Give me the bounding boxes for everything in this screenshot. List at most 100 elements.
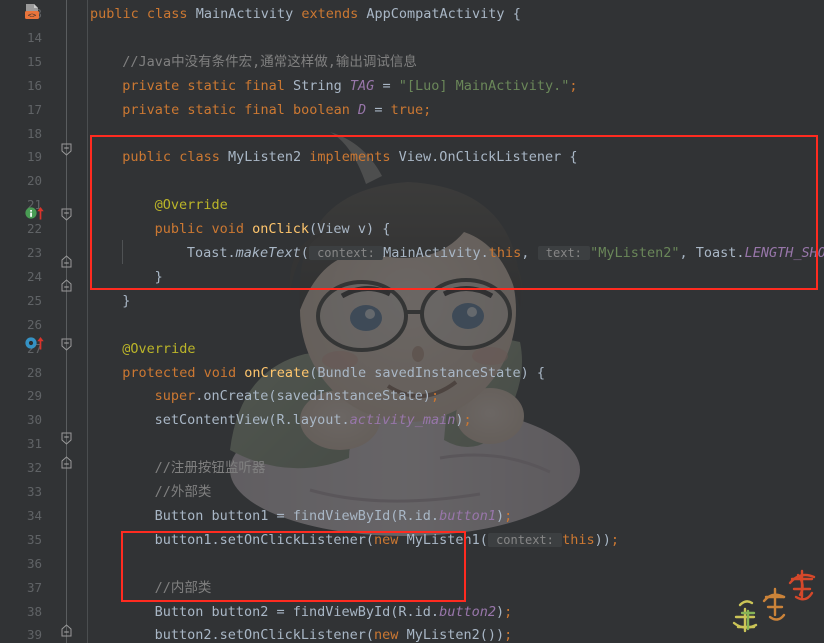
- fold-marker-end-line-25[interactable]: [61, 279, 72, 292]
- token: public: [90, 6, 147, 22]
- code-editor-window[interactable]: 13public class MainActivity extends AppC…: [0, 0, 824, 643]
- code-line-27[interactable]: 27@Override: [0, 337, 824, 361]
- token: ;: [504, 604, 512, 620]
- code-line-38[interactable]: 38Button button2 = findViewById(R.id.but…: [0, 600, 824, 624]
- code-line-31[interactable]: 31: [0, 432, 824, 456]
- code-line-14[interactable]: 14: [0, 26, 824, 50]
- token: //Java中没有条件宏,通常这样做,输出调试信息: [122, 54, 417, 70]
- code-line-35[interactable]: 35button1.setOnClickListener(new MyListe…: [0, 528, 824, 552]
- token: //外部类: [155, 484, 212, 500]
- token: (Bundle savedInstanceState) {: [309, 365, 545, 381]
- code-text-layer: 13public class MainActivity extends AppC…: [0, 0, 824, 643]
- code-text: public class MyListen2 implements View.O…: [122, 145, 577, 169]
- token: new: [374, 532, 407, 548]
- code-line-30[interactable]: 30setContentView(R.layout.activity_main)…: [0, 408, 824, 432]
- code-line-15[interactable]: 15//Java中没有条件宏,通常这样做,输出调试信息: [0, 50, 824, 74]
- fold-marker-start-line-32[interactable]: [61, 432, 72, 445]
- indent-guide: [122, 240, 123, 264]
- code-line-13[interactable]: 13public class MainActivity extends AppC…: [0, 2, 824, 26]
- token: .onCreate(savedInstanceState): [195, 388, 431, 404]
- code-line-18[interactable]: 18: [0, 122, 824, 146]
- decorative-calligraphy-stamp: [726, 567, 818, 639]
- code-line-29[interactable]: 29super.onCreate(savedInstanceState);: [0, 384, 824, 408]
- token: =: [366, 102, 390, 118]
- code-text: button1.setOnClickListener(new MyListen1…: [155, 528, 619, 552]
- fold-marker-start-line-22[interactable]: [61, 208, 72, 221]
- code-line-25[interactable]: 25}: [0, 289, 824, 313]
- token: true: [391, 102, 424, 118]
- code-text: protected void onCreate(Bundle savedInst…: [122, 361, 545, 385]
- code-line-24[interactable]: 24}: [0, 265, 824, 289]
- code-line-23[interactable]: 23Toast.makeText( context: MainActivity.…: [0, 241, 824, 265]
- token: onClick: [252, 221, 309, 237]
- code-line-36[interactable]: 36: [0, 552, 824, 576]
- token: ;: [431, 388, 439, 404]
- fold-marker-end-line-41[interactable]: [61, 624, 72, 637]
- token: private: [122, 78, 187, 94]
- code-text: //Java中没有条件宏,通常这样做,输出调试信息: [122, 50, 417, 74]
- token: Button button2 = findViewById(R.id.: [155, 604, 439, 620]
- token: class: [147, 6, 196, 22]
- token: //注册按钮监听器: [155, 460, 266, 476]
- code-text: public class MainActivity extends AppCom…: [90, 2, 521, 26]
- token: MainActivity: [196, 6, 302, 22]
- code-line-21[interactable]: 21@Override: [0, 193, 824, 217]
- code-line-34[interactable]: 34Button button1 = findViewById(R.id.but…: [0, 504, 824, 528]
- code-line-37[interactable]: 37//内部类: [0, 576, 824, 600]
- token: @Override: [155, 197, 228, 213]
- background-watermark-illustration: [190, 120, 610, 550]
- token: =: [374, 78, 398, 94]
- token: extends: [301, 6, 366, 22]
- token: final: [244, 102, 293, 118]
- inner-class-declaration-highlight: [90, 135, 818, 290]
- code-text: Toast.makeText( context: MainActivity.th…: [187, 241, 824, 265]
- token: View.OnClickListener {: [399, 149, 578, 165]
- code-line-19[interactable]: 19public class MyListen2 implements View…: [0, 145, 824, 169]
- token: "[Luo] MainActivity.": [399, 78, 570, 94]
- svg-text:<>: <>: [28, 11, 36, 19]
- fold-marker-start-line-19[interactable]: [61, 143, 72, 156]
- code-text: @Override: [122, 337, 195, 361]
- implementing-method-icon[interactable]: [25, 205, 47, 221]
- token: , Toast.: [680, 245, 745, 261]
- code-line-26[interactable]: 26: [0, 313, 824, 337]
- code-text: @Override: [155, 193, 228, 217]
- token: setContentView(R.layout.: [155, 412, 350, 428]
- code-line-16[interactable]: 16private static final String TAG = "[Lu…: [0, 74, 824, 98]
- android-class-file-icon[interactable]: <>: [23, 3, 41, 21]
- fold-marker-end-line-24[interactable]: [61, 255, 72, 268]
- token: context:: [309, 246, 383, 260]
- token: }: [155, 269, 163, 285]
- token: MainActivity.: [383, 245, 489, 261]
- code-line-28[interactable]: 28protected void onCreate(Bundle savedIn…: [0, 361, 824, 385]
- code-text: button2.setOnClickListener(new MyListen2…: [155, 623, 513, 643]
- token: ;: [463, 412, 471, 428]
- token: new: [374, 627, 407, 643]
- token: button2: [439, 604, 496, 620]
- token: ;: [504, 508, 512, 524]
- fold-marker-start-line-28[interactable]: [61, 338, 72, 351]
- token: final: [244, 78, 293, 94]
- token: static: [187, 78, 244, 94]
- code-line-17[interactable]: 17private static final boolean D = true;: [0, 98, 824, 122]
- token: ): [496, 508, 504, 524]
- token: D: [358, 102, 366, 118]
- code-line-20[interactable]: 20: [0, 169, 824, 193]
- token: public: [122, 149, 179, 165]
- editor-gutter[interactable]: [0, 0, 88, 643]
- token: implements: [309, 149, 398, 165]
- code-line-32[interactable]: 32//注册按钮监听器: [0, 456, 824, 480]
- code-text: private static final String TAG = "[Luo]…: [122, 74, 577, 98]
- token: String: [293, 78, 350, 94]
- token: MyListen2: [228, 149, 309, 165]
- code-text: super.onCreate(savedInstanceState);: [155, 384, 439, 408]
- token: }: [122, 293, 130, 309]
- code-line-33[interactable]: 33//外部类: [0, 480, 824, 504]
- code-line-39[interactable]: 39button2.setOnClickListener(new MyListe…: [0, 623, 824, 643]
- token: boolean: [293, 102, 358, 118]
- code-line-22[interactable]: 22public void onClick(View v) {: [0, 217, 824, 241]
- token: {: [513, 6, 521, 22]
- overriding-method-icon[interactable]: [25, 335, 47, 351]
- code-text: //注册按钮监听器: [155, 456, 266, 480]
- fold-marker-end-line-33[interactable]: [61, 456, 72, 469]
